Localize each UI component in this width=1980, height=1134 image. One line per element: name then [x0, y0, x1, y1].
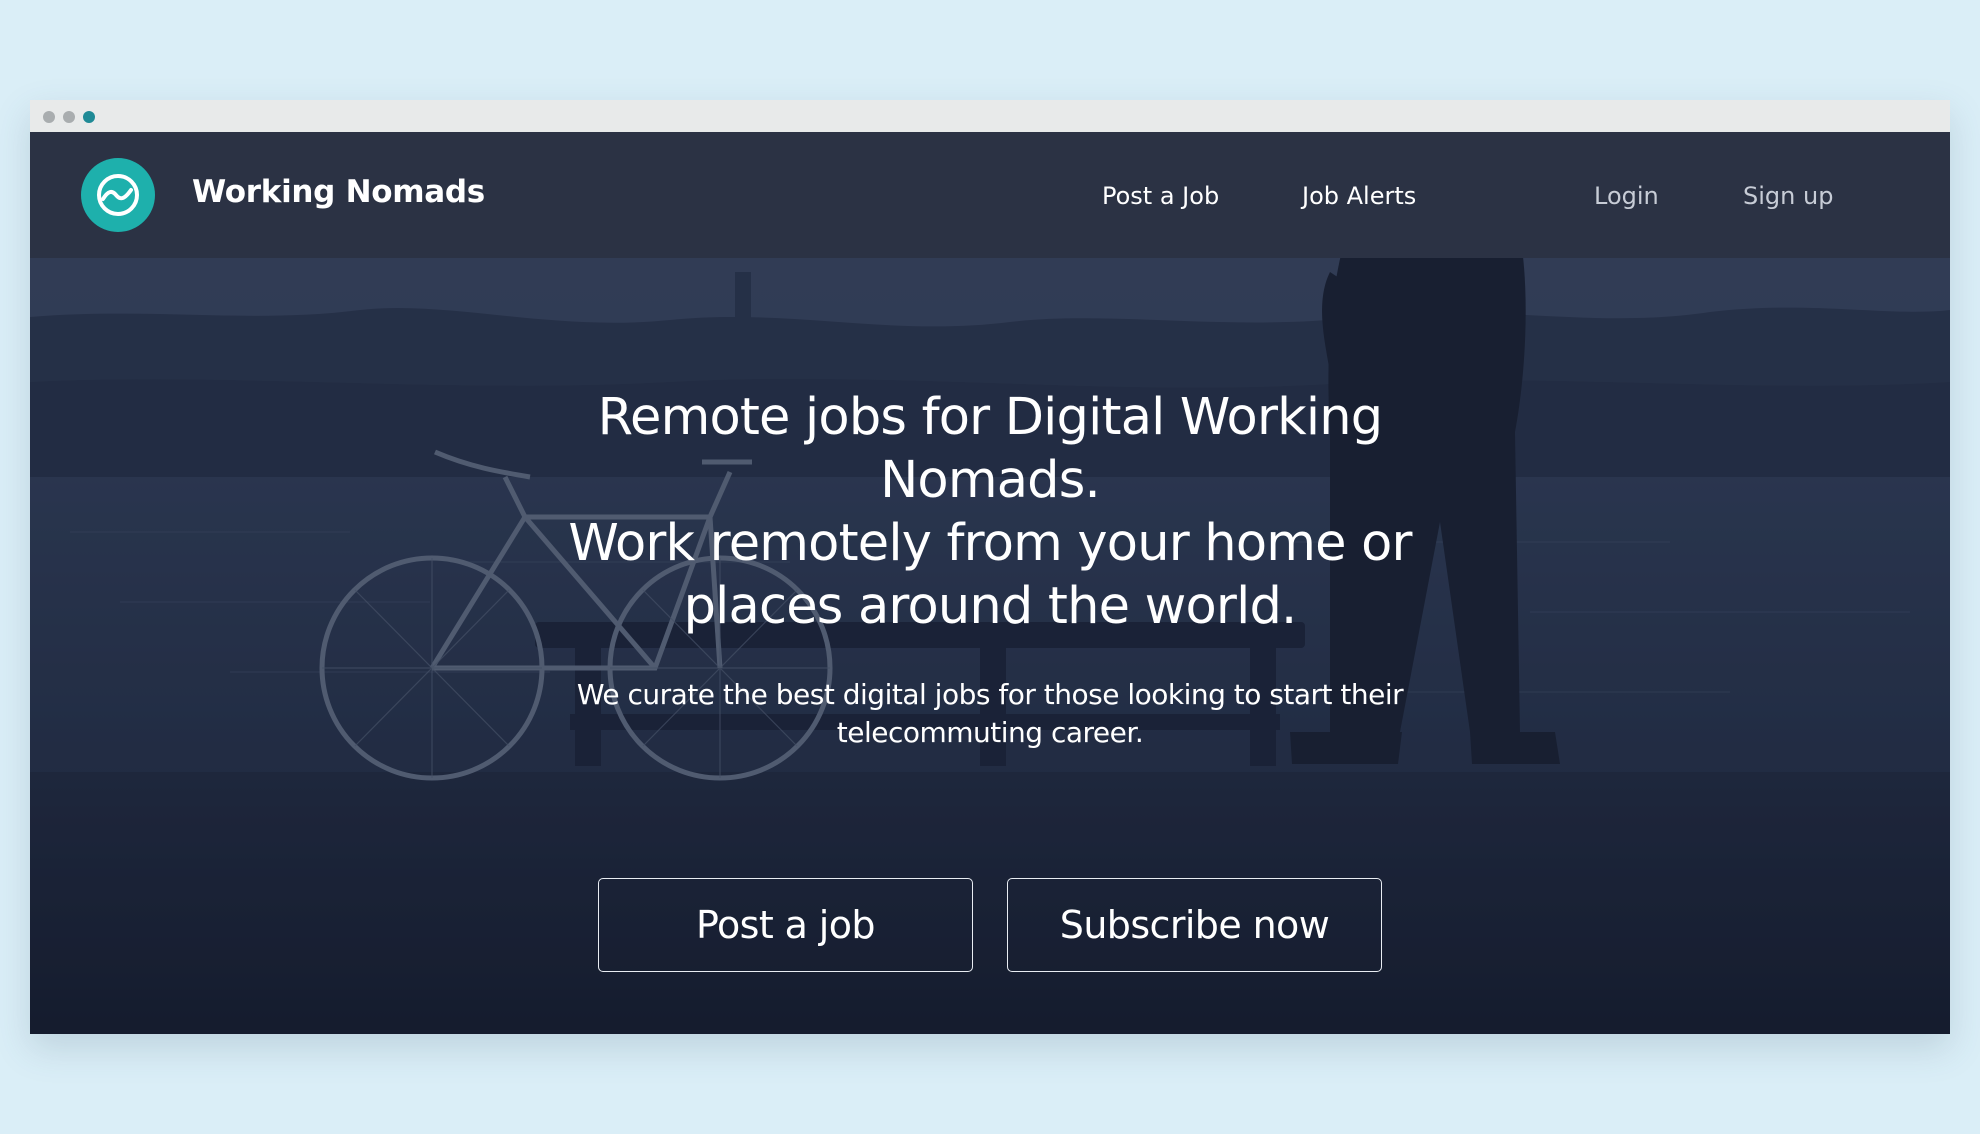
maximize-dot[interactable] — [83, 111, 95, 123]
nav-sign-up[interactable]: Sign up — [1743, 182, 1833, 210]
hero-title-line-1: Remote jobs for Digital Working Nomads. — [597, 388, 1383, 510]
hero-title-line-2: Work remotely from your home or places a… — [568, 514, 1412, 636]
close-dot[interactable] — [43, 111, 55, 123]
minimize-dot[interactable] — [63, 111, 75, 123]
nav-post-a-job[interactable]: Post a Job — [1102, 182, 1219, 210]
logo[interactable] — [81, 158, 155, 232]
wave-icon — [97, 174, 139, 216]
browser-titlebar — [30, 100, 1950, 132]
nav-login[interactable]: Login — [1594, 182, 1659, 210]
nav-job-alerts[interactable]: Job Alerts — [1302, 182, 1416, 210]
browser-window: Working Nomads Post a Job Job Alerts Log… — [30, 100, 1950, 1034]
subscribe-button[interactable]: Subscribe now — [1007, 878, 1382, 972]
page-viewport: Working Nomads Post a Job Job Alerts Log… — [30, 132, 1950, 1034]
brand-name[interactable]: Working Nomads — [192, 174, 485, 210]
top-navbar: Working Nomads Post a Job Job Alerts Log… — [30, 132, 1950, 258]
hero-subtitle: We curate the best digital jobs for thos… — [576, 678, 1404, 749]
post-job-button[interactable]: Post a job — [598, 878, 973, 972]
hero-title: Remote jobs for Digital Working Nomads. … — [540, 386, 1440, 638]
